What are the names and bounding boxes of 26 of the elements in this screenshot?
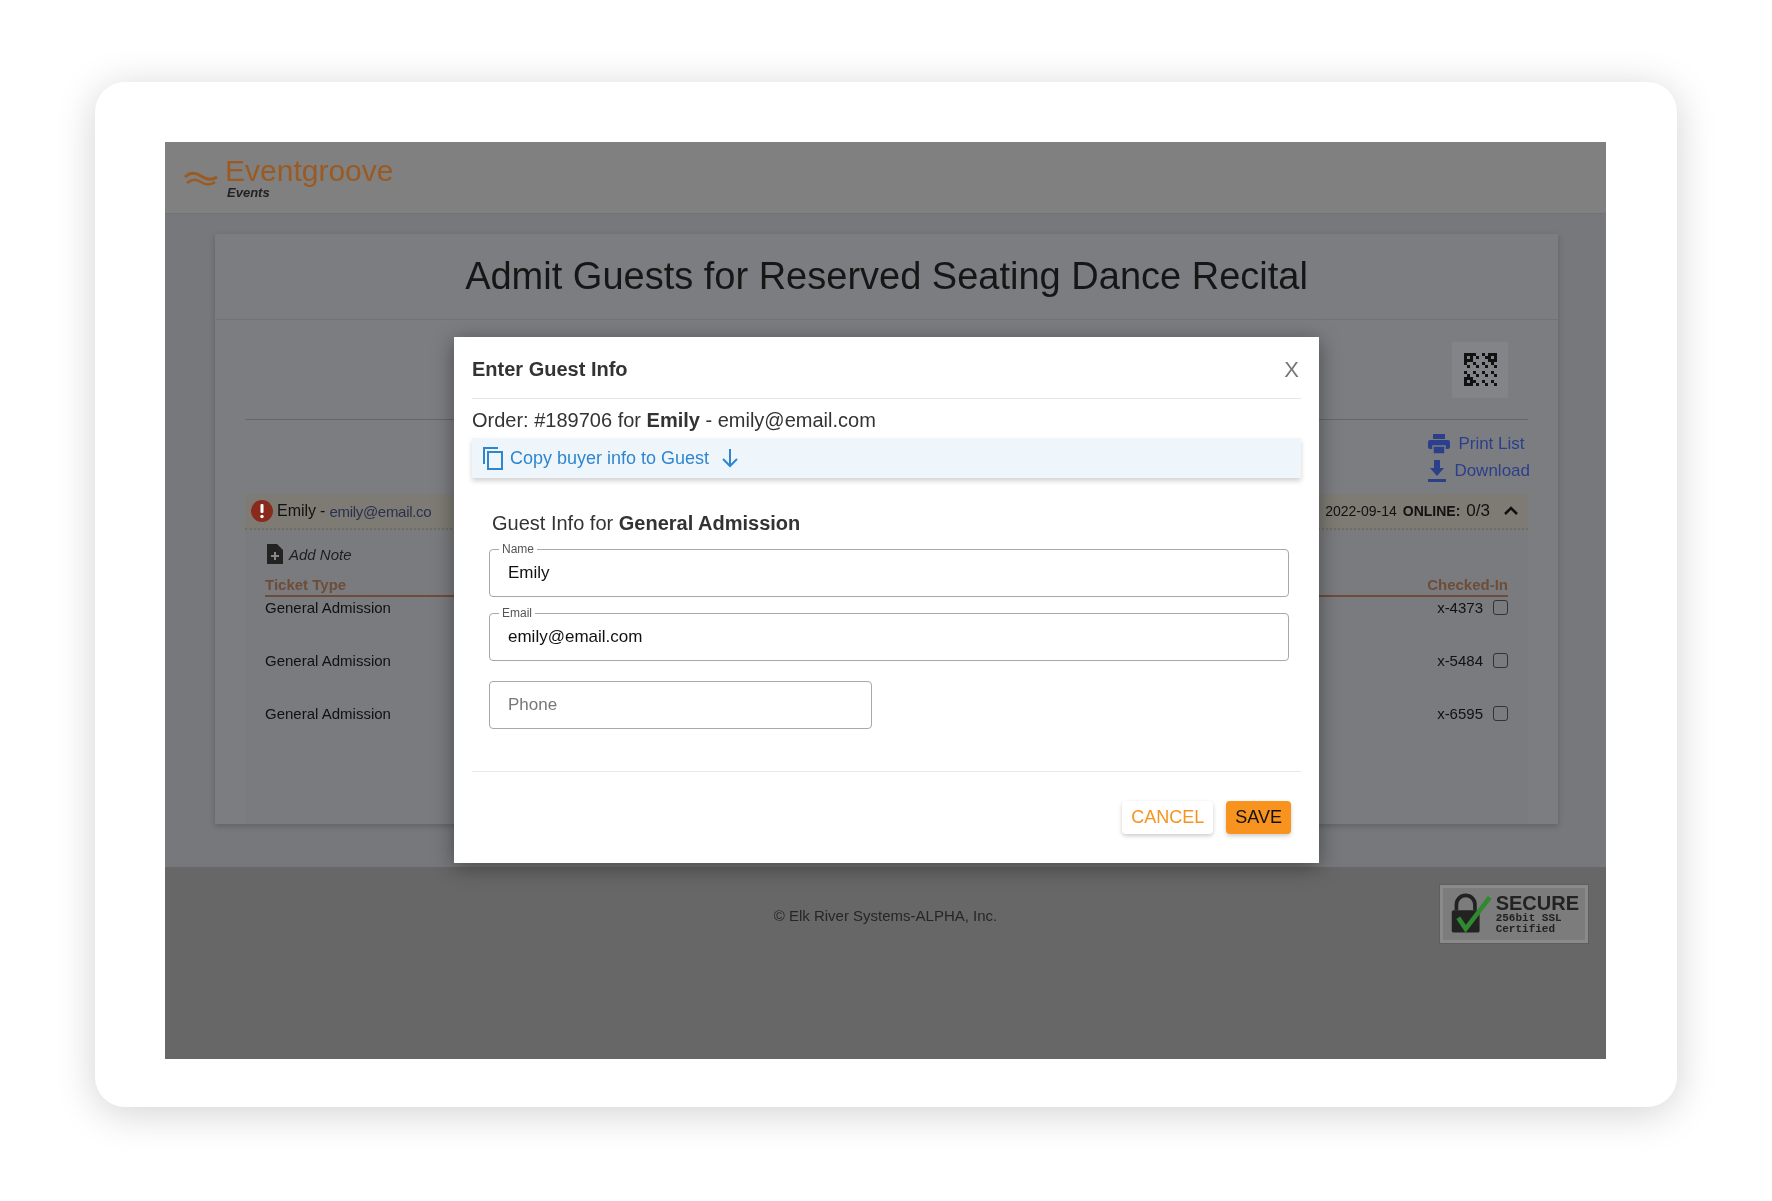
copyright-text: © Elk River Systems-ALPHA, Inc. (773, 907, 998, 926)
order-line: Order: #189706 for Emily - emily@email.com (472, 409, 877, 432)
column-header: Ticket Type (265, 576, 347, 593)
badge-line: Certified (1495, 924, 1557, 935)
section-heading: Guest Info for General Admission (492, 512, 802, 535)
online-count: 0/3 (1466, 501, 1490, 521)
brand-name: Eventgroove (225, 156, 394, 186)
ticket-type-cell: General Admission (265, 705, 391, 722)
ticket-code-cell: x-6595 (1437, 705, 1483, 722)
dialog-title: Enter Guest Info (472, 358, 628, 381)
badge-line: 256bit SSL (1495, 913, 1563, 924)
online-label: ONLINE: (1402, 503, 1461, 519)
ticket-type-cell: General Admission (265, 599, 391, 616)
buyer-email: emily@email.co (329, 502, 432, 520)
column-header: Checked-In (1427, 576, 1508, 593)
brand-subtitle: Events (227, 186, 270, 199)
buyer-name: Emily (277, 502, 317, 520)
ticket-code-cell: x-5484 (1437, 652, 1483, 669)
order-date: 2022-09-14 (1325, 503, 1397, 519)
ticket-code-cell: x-4373 (1437, 599, 1483, 616)
field-label: Name (499, 542, 537, 556)
ticket-type-cell: General Admission (265, 652, 391, 669)
badge-title: SECURE (1495, 893, 1579, 913)
page-title: Admit Guests for Reserved Seating Dance Recital (465, 255, 1308, 298)
field-label: Email (499, 606, 535, 620)
name-separator: - (320, 502, 326, 520)
